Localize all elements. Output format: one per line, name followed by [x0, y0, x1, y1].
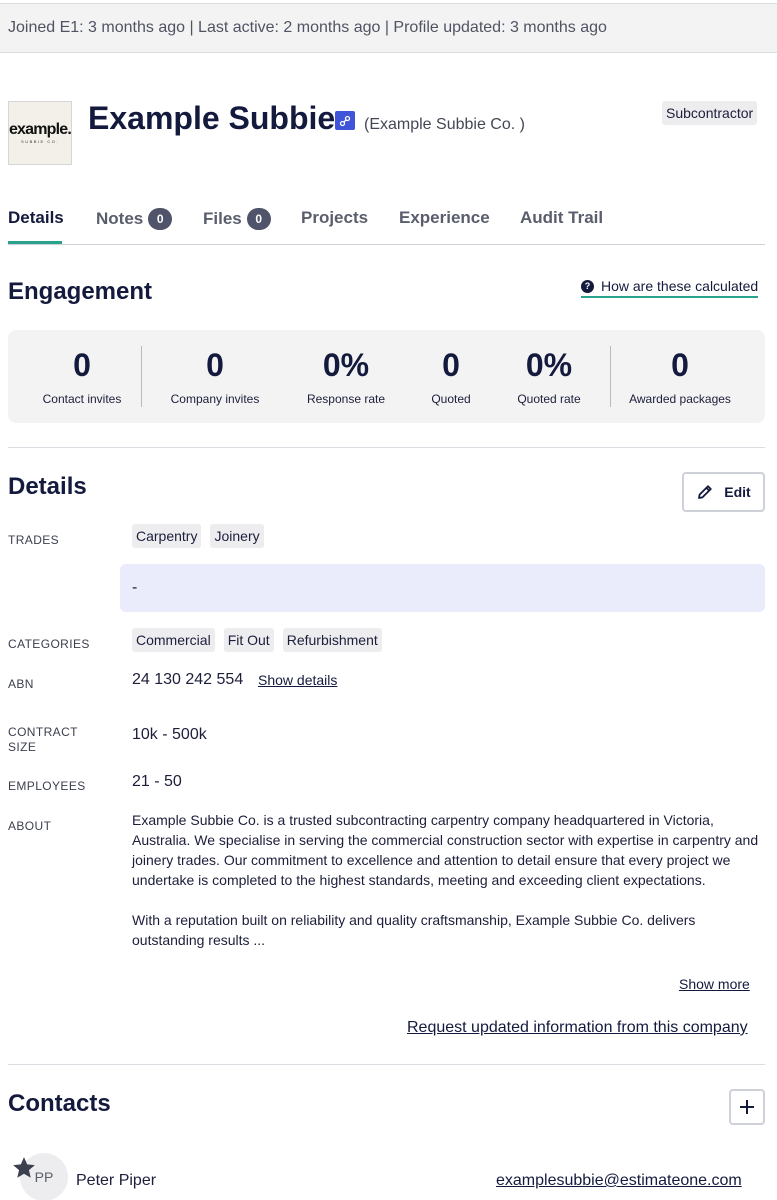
tab-files[interactable]: Files 0 — [203, 208, 271, 230]
company-name: Example Subbie — [88, 100, 336, 136]
stat-value: 0% — [525, 347, 573, 383]
edit-label: Edit — [724, 484, 751, 500]
stat-value: 0% — [322, 347, 370, 383]
contact-name: Peter Piper — [76, 1172, 157, 1189]
stat-label: Quoted — [431, 392, 471, 406]
tab-label: Projects — [301, 208, 369, 227]
activity-meta: Joined E1: 3 months ago | Last active: 2… — [8, 19, 607, 36]
company-legal-name: (Example Subbie Co. ) — [364, 116, 525, 133]
engagement-stats: 0 Contact invites 0 Company invites 0% R… — [8, 330, 765, 423]
employees-label: EMPLOYEES — [8, 779, 86, 793]
logo-subtext: SUBBIE CO. — [21, 139, 59, 144]
stat-value: 0 — [206, 347, 224, 383]
engagement-title: Engagement — [8, 278, 153, 305]
trade-chip: Joinery — [210, 524, 264, 548]
contract-size-label: CONTRACT SIZE — [8, 725, 78, 755]
tab-notes[interactable]: Notes 0 — [96, 208, 173, 230]
trades-note-value: - — [132, 579, 138, 596]
abn-label: ABN — [8, 677, 34, 691]
stat-response-rate: 0% Response rate — [296, 346, 396, 406]
tab-label: Notes — [96, 209, 144, 228]
stat-company-invites: 0 Company invites — [160, 346, 270, 406]
show-abn-details-link[interactable]: Show details — [258, 672, 337, 688]
star-icon[interactable] — [11, 1155, 37, 1181]
tab-label: Details — [8, 208, 64, 227]
about-paragraph: Example Subbie Co. is a trusted subcontr… — [132, 812, 759, 888]
show-more-link[interactable]: Show more — [679, 976, 750, 992]
count-badge: 0 — [148, 208, 173, 230]
add-contact-button[interactable] — [729, 1089, 765, 1125]
trades-list: Carpentry Joinery — [132, 524, 264, 548]
how-calculated-label: How are these calculated — [601, 278, 759, 294]
contract-size-value: 10k - 500k — [132, 726, 207, 743]
contract-size-label-line-1: CONTRACT — [8, 725, 78, 739]
category-chip: Refurbishment — [282, 628, 382, 652]
stat-divider — [141, 346, 142, 407]
tab-label: Files — [203, 209, 242, 228]
contact-email-link[interactable]: examplesubbie@estimateone.com — [496, 1172, 742, 1190]
stat-value: 0 — [671, 347, 689, 383]
stat-label: Quoted rate — [517, 392, 581, 406]
stat-label: Company invites — [170, 392, 260, 406]
category-chip: Fit Out — [223, 628, 274, 652]
category-chip: Commercial — [132, 628, 215, 652]
trades-label: TRADES — [8, 533, 60, 547]
trades-note-box: - — [120, 564, 765, 612]
tab-experience[interactable]: Experience — [399, 208, 490, 228]
tab-projects[interactable]: Projects — [301, 208, 368, 228]
categories-list: Commercial Fit Out Refurbishment — [132, 628, 382, 652]
abn-value: 24 130 242 554 — [132, 671, 244, 688]
edit-button[interactable]: Edit — [682, 472, 765, 512]
section-divider — [8, 1064, 765, 1065]
stat-contact-invites: 0 Contact invites — [32, 346, 132, 406]
pencil-icon — [698, 485, 712, 499]
active-tab-indicator — [8, 241, 62, 244]
company-logo: example. SUBBIE CO. — [8, 101, 72, 165]
help-icon: ? — [581, 279, 594, 293]
profile-tabs: Details Notes 0 Files 0 Projects Experienc… — [8, 200, 765, 245]
stat-label: Response rate — [306, 392, 386, 406]
tab-label: Experience — [399, 208, 490, 227]
stat-value: 0 — [442, 347, 460, 383]
stat-label: Awarded packages — [629, 392, 731, 406]
stat-divider — [610, 346, 611, 407]
stat-quoted: 0 Quoted — [420, 346, 482, 406]
company-type-badge: Subcontractor — [662, 101, 758, 125]
tab-audit-trail[interactable]: Audit Trail — [520, 208, 603, 228]
about-label: ABOUT — [8, 819, 52, 833]
avatar-initials: PP — [34, 1169, 54, 1185]
contacts-title: Contacts — [8, 1090, 111, 1117]
stat-awarded-packages: 0 Awarded packages — [622, 346, 738, 406]
details-title: Details — [8, 473, 87, 500]
logo-wordmark: example. — [8, 121, 72, 138]
employees-value: 21 - 50 — [132, 773, 182, 790]
about-paragraph: With a reputation built on reliability a… — [132, 912, 696, 948]
categories-label: CATEGORIES — [8, 637, 90, 651]
tab-label: Audit Trail — [520, 208, 604, 227]
section-divider — [8, 447, 765, 448]
trade-chip: Carpentry — [132, 524, 202, 548]
stat-value: 0 — [73, 347, 91, 383]
request-info-link[interactable]: Request updated information from this co… — [407, 1019, 748, 1037]
count-badge: 0 — [246, 208, 271, 230]
contract-size-label-line-2: SIZE — [8, 740, 37, 754]
tab-details[interactable]: Details — [8, 208, 64, 228]
link-icon[interactable] — [335, 111, 355, 130]
stat-quoted-rate: 0% Quoted rate — [504, 346, 594, 406]
activity-bar: Joined E1: 3 months ago | Last active: 2… — [0, 3, 777, 53]
how-calculated-link[interactable]: ? How are these calculated — [581, 278, 759, 298]
stat-label: Contact invites — [42, 392, 122, 406]
plus-icon — [740, 1100, 754, 1114]
about-text: Example Subbie Co. is a trusted subcontr… — [132, 810, 762, 950]
